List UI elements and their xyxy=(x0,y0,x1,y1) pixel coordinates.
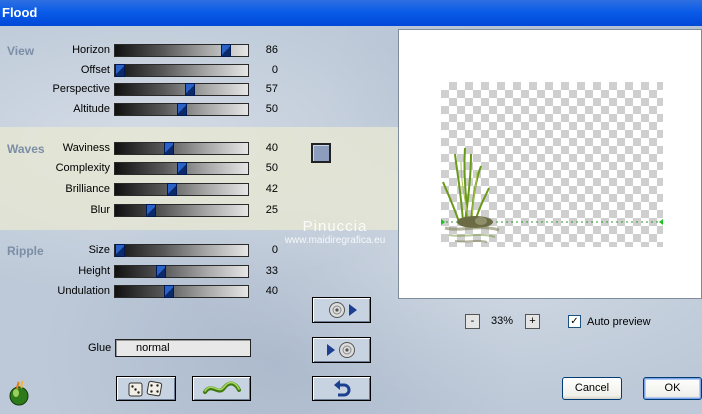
auto-preview-checkbox[interactable]: ✓ xyxy=(568,315,581,328)
save-preset-button[interactable] xyxy=(312,337,371,363)
slider-value[interactable]: 57 xyxy=(254,83,278,95)
slider-track[interactable] xyxy=(114,103,249,116)
slider-thumb[interactable] xyxy=(221,44,231,57)
slider-value[interactable]: 86 xyxy=(254,44,278,56)
slider-value[interactable]: 50 xyxy=(254,103,278,115)
flaming-pear-logo xyxy=(6,380,32,406)
zoom-level: 33% xyxy=(491,315,514,327)
slider-track[interactable] xyxy=(114,142,249,155)
slider-blur[interactable]: Blur 25 xyxy=(0,203,290,219)
wave-icon xyxy=(202,381,241,394)
slider-value[interactable]: 40 xyxy=(254,142,278,154)
slider-label: Size xyxy=(88,244,110,256)
slider-thumb[interactable] xyxy=(177,162,187,175)
slider-label: Complexity xyxy=(55,162,110,174)
cancel-button[interactable]: Cancel xyxy=(562,377,622,400)
slider-offset[interactable]: Offset 0 xyxy=(0,63,290,79)
slider-label: Height xyxy=(78,265,110,277)
slider-value[interactable]: 42 xyxy=(254,183,278,195)
slider-track[interactable] xyxy=(114,265,249,278)
slider-label: Blur xyxy=(90,204,110,216)
slider-track[interactable] xyxy=(114,162,249,175)
preview-canvas[interactable] xyxy=(441,82,663,247)
undo-button[interactable] xyxy=(312,376,371,401)
dice-icon xyxy=(128,380,163,396)
slider-label: Offset xyxy=(80,64,110,76)
slider-perspective[interactable]: Perspective 57 xyxy=(0,82,290,98)
watermark-url: www.maidiregrafica.eu xyxy=(284,235,386,246)
slider-value[interactable]: 50 xyxy=(254,162,278,174)
flood-dialog: Flood View Waves Ripple Horizon 86 Offse… xyxy=(0,0,702,414)
randomize-button[interactable] xyxy=(116,376,176,401)
window-title: Flood xyxy=(2,5,38,20)
slider-label: Brilliance xyxy=(65,183,110,195)
load-preset-button[interactable] xyxy=(312,297,371,323)
slider-track[interactable] xyxy=(114,44,249,57)
slider-label: Altitude xyxy=(73,103,110,115)
watermark: Pinuccia www.maidiregrafica.eu xyxy=(270,218,400,246)
slider-track[interactable] xyxy=(114,64,249,77)
disc-left-icon xyxy=(326,342,355,358)
slider-track[interactable] xyxy=(114,204,249,217)
slider-label: Perspective xyxy=(52,83,110,95)
slider-track[interactable] xyxy=(114,183,249,196)
disc-right-icon xyxy=(328,302,357,318)
slider-track[interactable] xyxy=(114,244,249,257)
grass-image xyxy=(441,147,663,243)
preview-panel[interactable] xyxy=(398,29,702,299)
slider-value[interactable]: 33 xyxy=(254,265,278,277)
glue-label: Glue xyxy=(88,342,112,354)
slider-complexity[interactable]: Complexity 50 xyxy=(0,161,290,177)
slider-label: Horizon xyxy=(72,44,110,56)
slider-track[interactable] xyxy=(114,285,249,298)
slider-waviness[interactable]: Waviness 40 xyxy=(0,141,290,157)
slider-thumb[interactable] xyxy=(156,265,166,278)
slider-thumb[interactable] xyxy=(146,204,156,217)
slider-track[interactable] xyxy=(114,83,249,96)
slider-thumb[interactable] xyxy=(115,244,125,257)
auto-preview-label: Auto preview xyxy=(587,316,651,328)
slider-value[interactable]: 0 xyxy=(254,64,278,76)
slider-label: Undulation xyxy=(57,285,110,297)
slider-thumb[interactable] xyxy=(164,285,174,298)
slider-brilliance[interactable]: Brilliance 42 xyxy=(0,182,290,198)
title-bar: Flood xyxy=(0,0,702,26)
slider-thumb[interactable] xyxy=(115,64,125,77)
reset-wave-button[interactable] xyxy=(192,376,251,401)
glue-select[interactable]: normal xyxy=(115,339,251,357)
slider-label: Waviness xyxy=(62,142,110,154)
slider-size[interactable]: Size 0 xyxy=(0,243,290,259)
slider-thumb[interactable] xyxy=(185,83,195,96)
wave-color-swatch[interactable] xyxy=(311,143,331,163)
flaming-pear-icon xyxy=(9,380,29,406)
ok-button[interactable]: OK xyxy=(643,377,702,400)
slider-value[interactable]: 40 xyxy=(254,285,278,297)
undo-arrow-icon xyxy=(333,379,350,396)
watermark-name: Pinuccia xyxy=(302,218,368,235)
slider-altitude[interactable]: Altitude 50 xyxy=(0,102,290,118)
slider-thumb[interactable] xyxy=(167,183,177,196)
glue-value: normal xyxy=(136,342,170,354)
zoom-out-button[interactable]: - xyxy=(465,314,480,329)
slider-thumb[interactable] xyxy=(177,103,187,116)
dialog-client: View Waves Ripple Horizon 86 Offset 0 Pe… xyxy=(0,26,702,414)
slider-thumb[interactable] xyxy=(164,142,174,155)
slider-value[interactable]: 25 xyxy=(254,204,278,216)
slider-height[interactable]: Height 33 xyxy=(0,264,290,280)
slider-undulation[interactable]: Undulation 40 xyxy=(0,284,290,300)
zoom-in-button[interactable]: + xyxy=(525,314,540,329)
slider-horizon[interactable]: Horizon 86 xyxy=(0,43,290,59)
